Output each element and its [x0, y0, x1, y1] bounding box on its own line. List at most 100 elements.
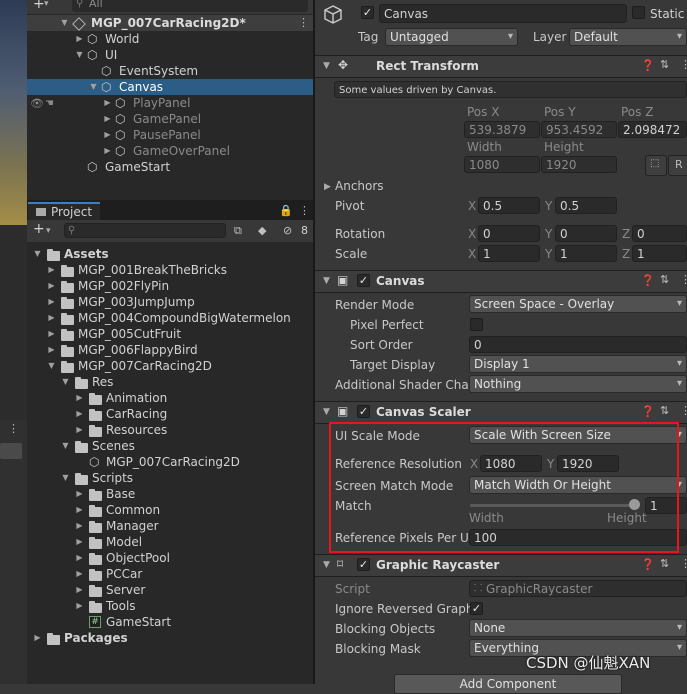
filter-by-type-icon[interactable]: ⧉	[234, 224, 242, 238]
help-icon[interactable]: ❓	[641, 405, 655, 419]
collapsed-arrow-icon[interactable]: ▶	[75, 33, 84, 45]
help-icon[interactable]: ❓	[641, 59, 655, 73]
presets-icon[interactable]: ⇅	[660, 404, 669, 418]
scale-y-field[interactable]: 1	[555, 245, 617, 262]
hierarchy-add-button[interactable]: +	[33, 0, 45, 12]
canvas-scaler-header[interactable]	[315, 401, 687, 424]
project-tree-item[interactable]: ▶ Tools	[27, 598, 313, 614]
project-tree-item[interactable]: ▶ PCCar	[27, 566, 313, 582]
collapsed-arrow-icon[interactable]: ▶	[47, 344, 56, 356]
pivot-y-field[interactable]: 0.5	[555, 197, 617, 214]
hierarchy-item-playpanel[interactable]: ▶ ⬡ PlayPanel	[27, 95, 313, 111]
object-name-field[interactable]: Canvas	[379, 4, 627, 23]
add-component-button[interactable]: Add Component	[394, 674, 622, 694]
canvas-enabled-checkbox[interactable]: ✓	[357, 274, 370, 287]
project-tree-item[interactable]: ▶ MGP_004CompoundBigWatermelon	[27, 310, 313, 326]
component-menu-icon[interactable]: ⋮	[680, 557, 687, 571]
more-options-icon[interactable]: ⋮	[8, 422, 19, 436]
project-tree-item[interactable]: ▶ MGP_002FlyPin	[27, 278, 313, 294]
presets-icon[interactable]: ⇅	[660, 273, 669, 287]
project-tree-item[interactable]: ▶ Server	[27, 582, 313, 598]
expand-arrow-icon[interactable]: ▼	[323, 557, 330, 573]
height-field[interactable]: 1920	[541, 156, 617, 173]
posz-field[interactable]: 2.098472	[618, 121, 687, 138]
sort-order-field[interactable]: 0	[469, 336, 687, 353]
project-tree-item[interactable]: ▼ Scripts	[27, 470, 313, 486]
hierarchy-item-canvas[interactable]: ▼ ⬡ Canvas	[27, 79, 313, 95]
project-tree-item[interactable]: ▶ Manager	[27, 518, 313, 534]
expand-arrow-icon[interactable]: ▼	[61, 440, 70, 452]
render-mode-dropdown[interactable]: Screen Space - Overlay	[469, 295, 687, 313]
scene-menu-icon[interactable]: ⋮	[298, 16, 309, 30]
collapsed-arrow-icon[interactable]: ▶	[103, 145, 112, 157]
project-tree-item[interactable]: ▼ Scenes	[27, 438, 313, 454]
collapsed-arrow-icon[interactable]: ▶	[75, 424, 84, 436]
help-icon[interactable]: ❓	[641, 274, 655, 288]
project-tree-item[interactable]: ▶ MGP_005CutFruit	[27, 326, 313, 342]
hierarchy-item-eventsystem[interactable]: ⬡ EventSystem	[27, 63, 313, 79]
scale-x-field[interactable]: 1	[478, 245, 540, 262]
collapsed-arrow-icon[interactable]: ▶	[47, 280, 56, 292]
hierarchy-item-gamepanel[interactable]: ▶ ⬡ GamePanel	[27, 111, 313, 127]
blocking-objects-dropdown[interactable]: None	[469, 619, 687, 637]
expand-arrow-icon[interactable]: ▼	[61, 376, 70, 388]
collapsed-arrow-icon[interactable]: ▶	[47, 296, 56, 308]
chevron-down-icon[interactable]: ▾	[46, 223, 51, 239]
ignore-reversed-checkbox[interactable]: ✓	[470, 602, 483, 615]
expand-arrow-icon[interactable]: ▼	[323, 273, 330, 289]
collapsed-arrow-icon[interactable]: ▶	[75, 552, 84, 564]
project-tree-item[interactable]: ▶ ObjectPool	[27, 550, 313, 566]
collapsed-arrow-icon[interactable]: ▶	[75, 392, 84, 404]
project-tree-item[interactable]: ▼ MGP_007CarRacing2D	[27, 358, 313, 374]
rotation-z-field[interactable]: 0	[632, 225, 687, 242]
canvas-scaler-enabled-checkbox[interactable]: ✓	[357, 405, 370, 418]
hidden-packages-icon[interactable]: ⊘	[283, 224, 292, 238]
project-tree-item[interactable]: ▼ Res	[27, 374, 313, 390]
collapsed-arrow-icon[interactable]: ▶	[75, 520, 84, 532]
project-add-button[interactable]: +	[33, 221, 45, 237]
project-tree-item[interactable]: ⬡ MGP_007CarRacing2D	[27, 454, 313, 470]
hierarchy-item-gameoverpanel[interactable]: ▶ ⬡ GameOverPanel	[27, 143, 313, 159]
rect-transform-header[interactable]	[315, 55, 687, 78]
collapsed-arrow-icon[interactable]: ▶	[75, 408, 84, 420]
hierarchy-item-ui[interactable]: ▼ ⬡ UI	[27, 47, 313, 63]
expand-arrow-icon[interactable]: ▼	[47, 360, 56, 372]
hierarchy-search-input[interactable]	[72, 0, 308, 12]
project-tree-item[interactable]: ▶ CarRacing	[27, 406, 313, 422]
filter-by-label-icon[interactable]: ◆	[258, 224, 266, 238]
posy-field[interactable]: 953.4592	[541, 121, 617, 138]
hierarchy-item-pausepanel[interactable]: ▶ ⬡ PausePanel	[27, 127, 313, 143]
presets-icon[interactable]: ⇅	[660, 58, 669, 72]
graphic-raycaster-header[interactable]	[315, 554, 687, 577]
expand-arrow-icon[interactable]: ▼	[323, 404, 330, 420]
panel-menu-icon[interactable]: ⋮	[299, 204, 310, 218]
project-tree-item[interactable]: ▼ Assets	[27, 246, 313, 262]
project-tree-item[interactable]: ▶ Base	[27, 486, 313, 502]
presets-icon[interactable]: ⇅	[660, 557, 669, 571]
collapsed-arrow-icon[interactable]: ▶	[103, 129, 112, 141]
project-tree-item[interactable]: ▶ MGP_001BreakTheBricks	[27, 262, 313, 278]
chevron-down-icon[interactable]: ▾	[44, 0, 49, 12]
canvas-component-header[interactable]	[315, 270, 687, 293]
component-menu-icon[interactable]: ⋮	[680, 404, 687, 418]
rotation-x-field[interactable]: 0	[478, 225, 540, 242]
posx-field[interactable]: 539.3879	[464, 121, 540, 138]
collapsed-arrow-icon[interactable]: ▶	[75, 536, 84, 548]
scale-z-field[interactable]: 1	[632, 245, 687, 262]
expand-arrow-icon[interactable]: ▼	[75, 49, 84, 61]
scene-dropdown[interactable]	[0, 443, 22, 459]
expand-arrow-icon[interactable]: ▼	[33, 248, 42, 260]
collapsed-arrow-icon[interactable]: ▶	[103, 97, 112, 109]
collapsed-arrow-icon[interactable]: ▶	[47, 264, 56, 276]
expand-arrow-icon[interactable]: ▼	[60, 17, 69, 29]
project-tree-item[interactable]: ▶ MGP_003JumpJump	[27, 294, 313, 310]
expand-arrow-icon[interactable]: ▼	[61, 472, 70, 484]
graphic-raycaster-enabled-checkbox[interactable]: ✓	[357, 558, 370, 571]
expand-arrow-icon[interactable]: ▼	[323, 58, 330, 74]
pixel-perfect-checkbox[interactable]	[470, 318, 483, 331]
static-checkbox[interactable]	[632, 6, 645, 19]
component-menu-icon[interactable]: ⋮	[680, 58, 687, 72]
pivot-x-field[interactable]: 0.5	[478, 197, 540, 214]
component-menu-icon[interactable]: ⋮	[680, 273, 687, 287]
project-tree-item[interactable]: ▶ Animation	[27, 390, 313, 406]
